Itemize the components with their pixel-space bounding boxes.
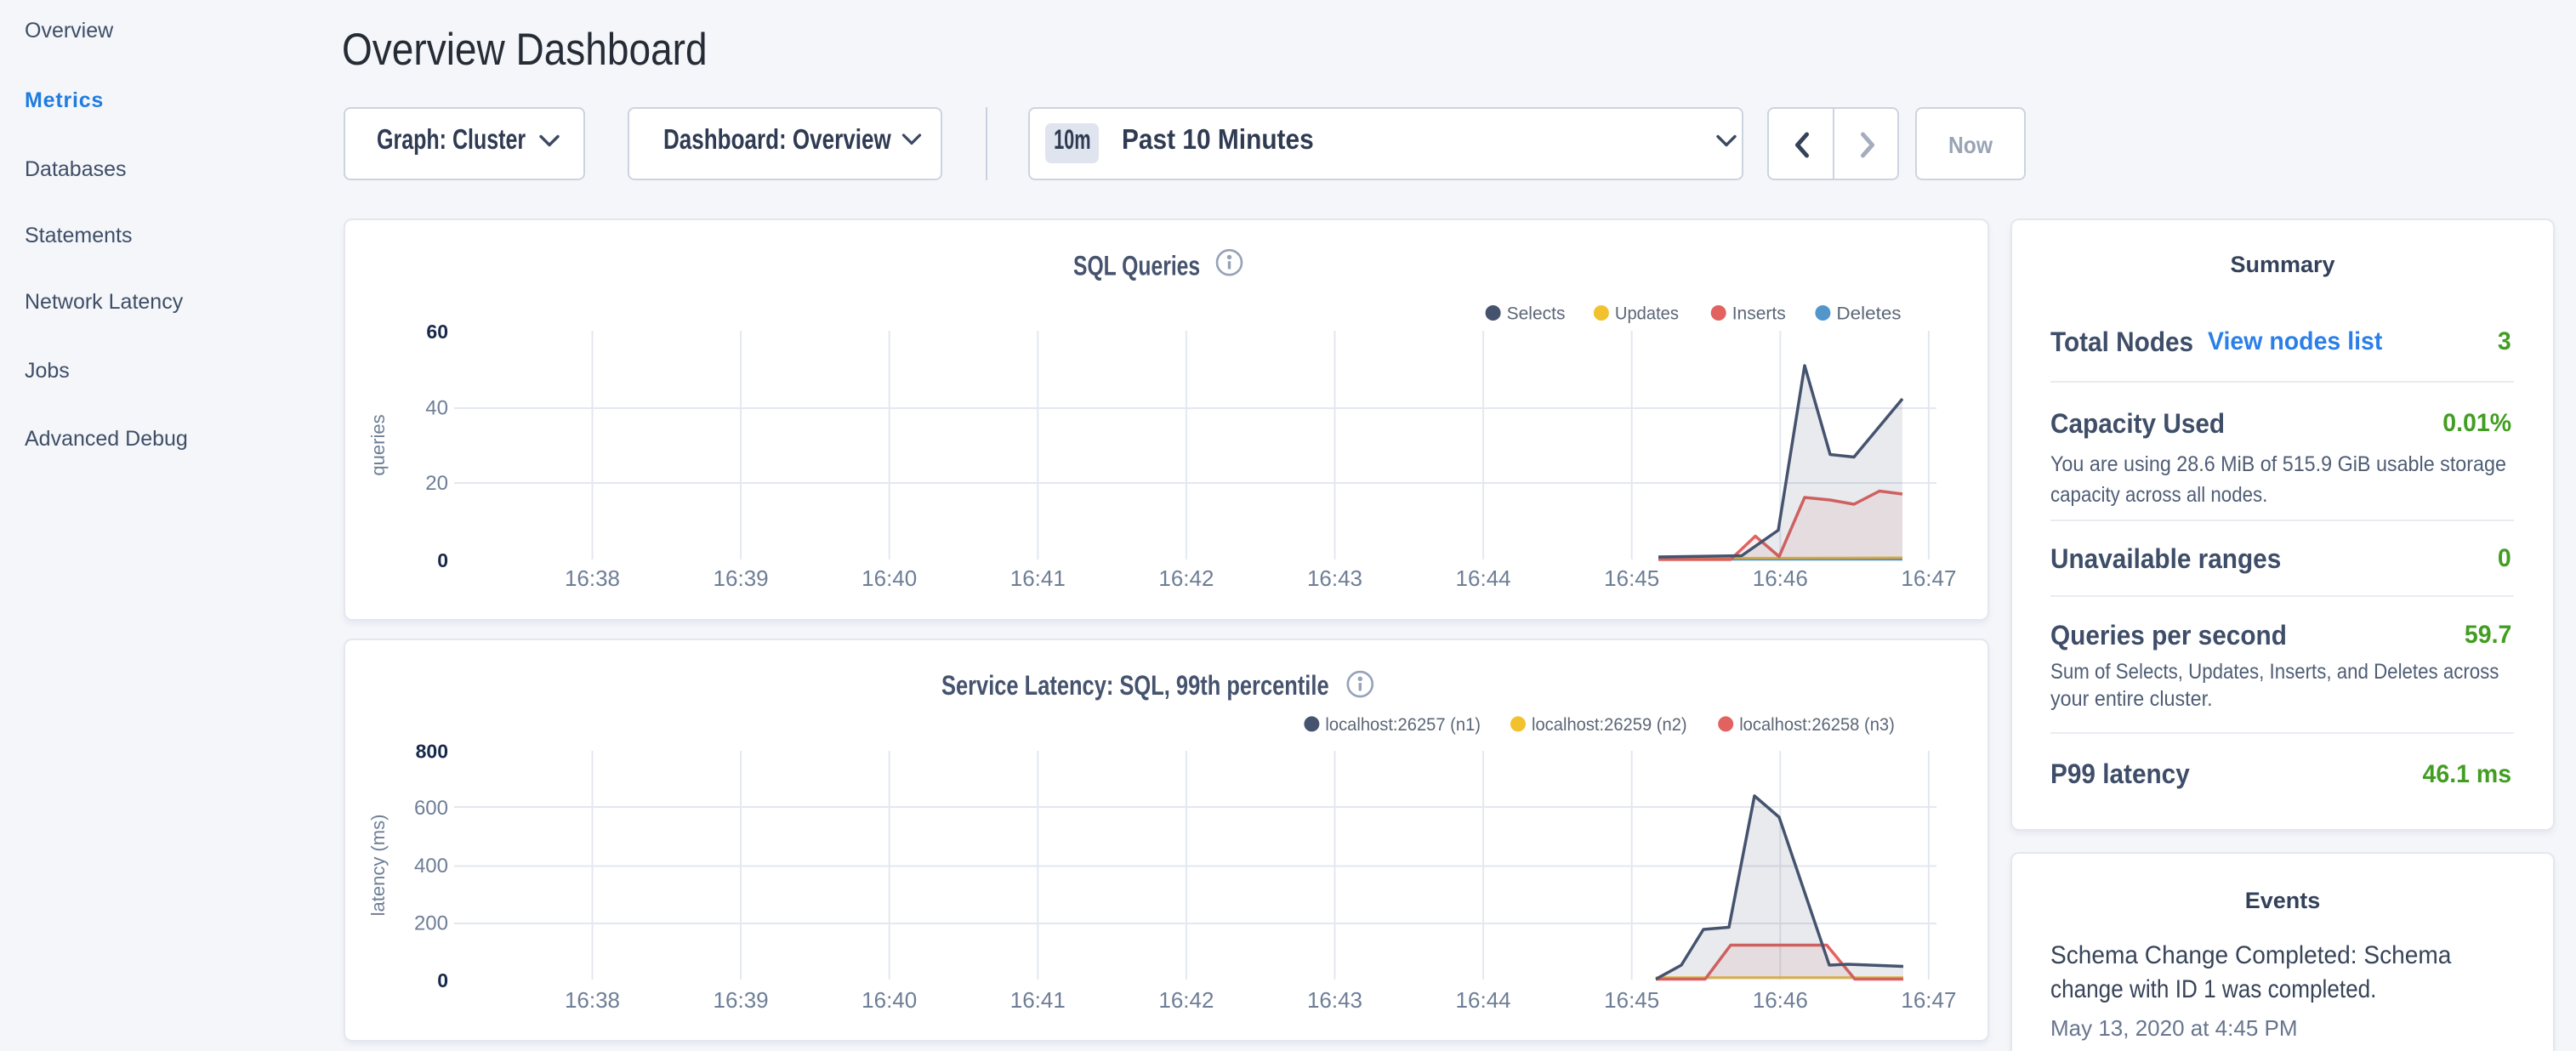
svg-text:localhost:26258 (n3): localhost:26258 (n3) [1739, 715, 1895, 735]
svg-text:0: 0 [437, 969, 448, 991]
svg-text:16:40: 16:40 [862, 987, 917, 1013]
svg-text:16:44: 16:44 [1456, 987, 1511, 1013]
svg-text:16:47: 16:47 [1901, 987, 1956, 1013]
svg-text:0: 0 [437, 549, 448, 571]
svg-text:latency (ms): latency (ms) [367, 815, 389, 917]
svg-text:Selects: Selects [1507, 304, 1566, 324]
svg-text:16:46: 16:46 [1753, 565, 1808, 591]
svg-text:600: 600 [414, 797, 448, 820]
svg-text:20: 20 [425, 472, 448, 495]
svg-text:Inserts: Inserts [1732, 304, 1786, 324]
svg-text:400: 400 [414, 855, 448, 878]
svg-text:16:43: 16:43 [1307, 987, 1362, 1013]
svg-text:Service Latency: SQL, 99th per: Service Latency: SQL, 99th percentile [941, 671, 1329, 701]
svg-text:16:44: 16:44 [1456, 565, 1511, 591]
svg-text:16:38: 16:38 [565, 987, 620, 1013]
svg-text:queries: queries [367, 414, 389, 475]
svg-text:SQL Queries: SQL Queries [1073, 252, 1200, 282]
svg-text:16:41: 16:41 [1010, 987, 1066, 1013]
svg-text:16:42: 16:42 [1158, 987, 1214, 1013]
svg-text:16:39: 16:39 [714, 987, 769, 1013]
svg-text:40: 40 [425, 397, 448, 420]
svg-text:60: 60 [426, 321, 448, 343]
svg-text:localhost:26259 (n2): localhost:26259 (n2) [1532, 715, 1687, 735]
svg-text:16:39: 16:39 [714, 565, 769, 591]
svg-text:16:45: 16:45 [1604, 987, 1659, 1013]
svg-text:Updates: Updates [1615, 304, 1679, 323]
svg-text:16:38: 16:38 [565, 565, 620, 591]
svg-text:16:41: 16:41 [1010, 565, 1066, 591]
svg-text:localhost:26257 (n1): localhost:26257 (n1) [1325, 715, 1481, 735]
svg-text:16:40: 16:40 [862, 565, 917, 591]
svg-text:16:47: 16:47 [1901, 565, 1956, 591]
svg-text:16:46: 16:46 [1753, 987, 1808, 1013]
svg-text:200: 200 [414, 912, 448, 935]
svg-text:16:45: 16:45 [1604, 565, 1659, 591]
svg-text:Deletes: Deletes [1836, 303, 1901, 323]
svg-text:16:42: 16:42 [1158, 565, 1214, 591]
svg-text:800: 800 [416, 740, 448, 762]
svg-text:16:43: 16:43 [1307, 565, 1362, 591]
